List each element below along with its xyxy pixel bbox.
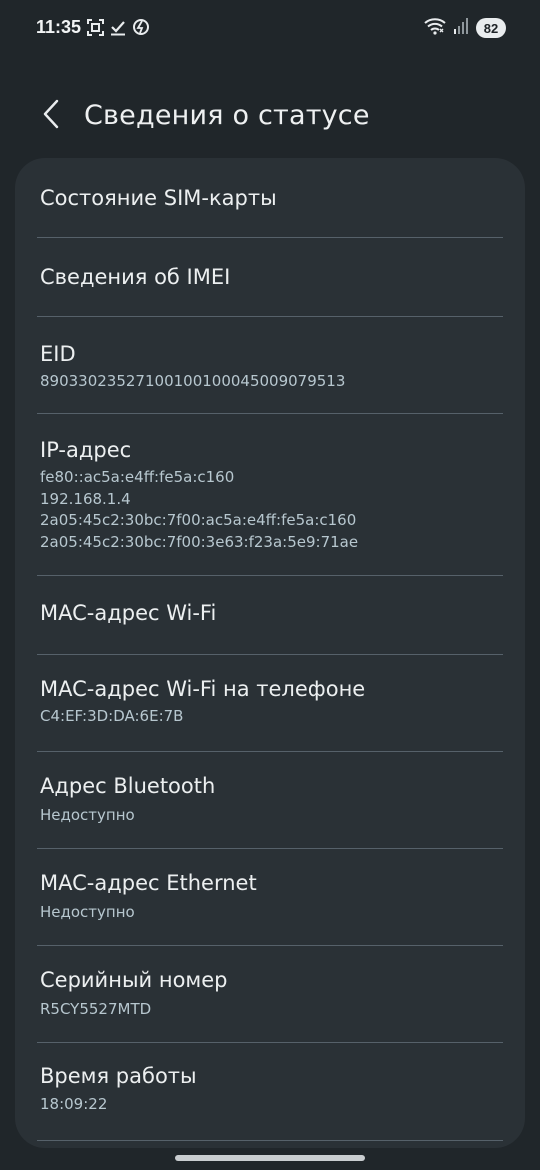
list-item-label: EID [40,342,76,366]
status-icons-left [87,18,150,40]
list-item-uptime: Время работы 18:09:22 [15,1043,525,1139]
list-item-label: Адрес Bluetooth [40,774,216,798]
list-item-imei[interactable]: Сведения об IMEI [15,238,525,316]
list-item-wifi-mac[interactable]: MAC-адрес Wi-Fi [15,576,525,654]
list-item-phone-wifi-mac: MAC-адрес Wi-Fi на телефоне C4:EF:3D:DA:… [15,655,525,751]
header: Сведения о статусе [0,88,540,144]
battery-icon: 82 [476,18,506,38]
list-item-ethernet-mac: MAC-адрес Ethernet Недоступно [15,849,525,946]
list-item-eid: EID 89033023527100100100045009079513 [15,317,525,413]
list-item-serial-number: Серийный номер R5CY5527MTD [15,946,525,1042]
status-icons-right: 82 [424,17,506,39]
list-item-label: Сведения об IMEI [40,265,231,289]
download-done-icon [110,19,126,40]
list-item-sim-status[interactable]: Состояние SIM-карты [15,158,525,238]
list-item-label: MAC-адрес Wi-Fi на телефоне [40,677,366,701]
divider [37,1140,503,1141]
home-indicator[interactable] [175,1155,365,1161]
list-item-value: fe80::ac5a:e4ff:fe5a:c160 192.168.1.4 2a… [40,468,359,551]
list-item-label: Состояние SIM-карты [40,186,277,210]
status-bar: 11:35 82 [0,0,540,58]
chevron-left-icon [43,99,59,133]
signal-icon [454,18,468,38]
list-item-value: Недоступно [40,903,135,921]
list-item-ip-address: IP-адрес fe80::ac5a:e4ff:fe5a:c160 192.1… [15,414,525,575]
list-item-label: Время работы [40,1064,197,1088]
list-item-value: Недоступно [40,806,135,824]
list-item-value: 89033023527100100100045009079513 [40,372,346,390]
list-item-value: 18:09:22 [40,1095,108,1113]
list-item-bluetooth-address: Адрес Bluetooth Недоступно [15,752,525,848]
page-title: Сведения о статусе [84,100,370,131]
status-info-list: Состояние SIM-карты Сведения об IMEI EID… [15,158,525,1148]
list-item-label: IP-адрес [40,438,132,462]
status-time: 11:35 [36,17,82,37]
list-item-label: MAC-адрес Ethernet [40,871,257,895]
list-item-value: R5CY5527MTD [40,1000,152,1018]
list-item-label: MAC-адрес Wi-Fi [40,601,217,625]
list-item-value: C4:EF:3D:DA:6E:7B [40,707,184,725]
scan-icon [87,18,104,40]
data-saver-icon [132,18,150,40]
back-button[interactable] [34,96,68,136]
wifi-icon [424,17,446,39]
list-item-label: Серийный номер [40,968,228,992]
